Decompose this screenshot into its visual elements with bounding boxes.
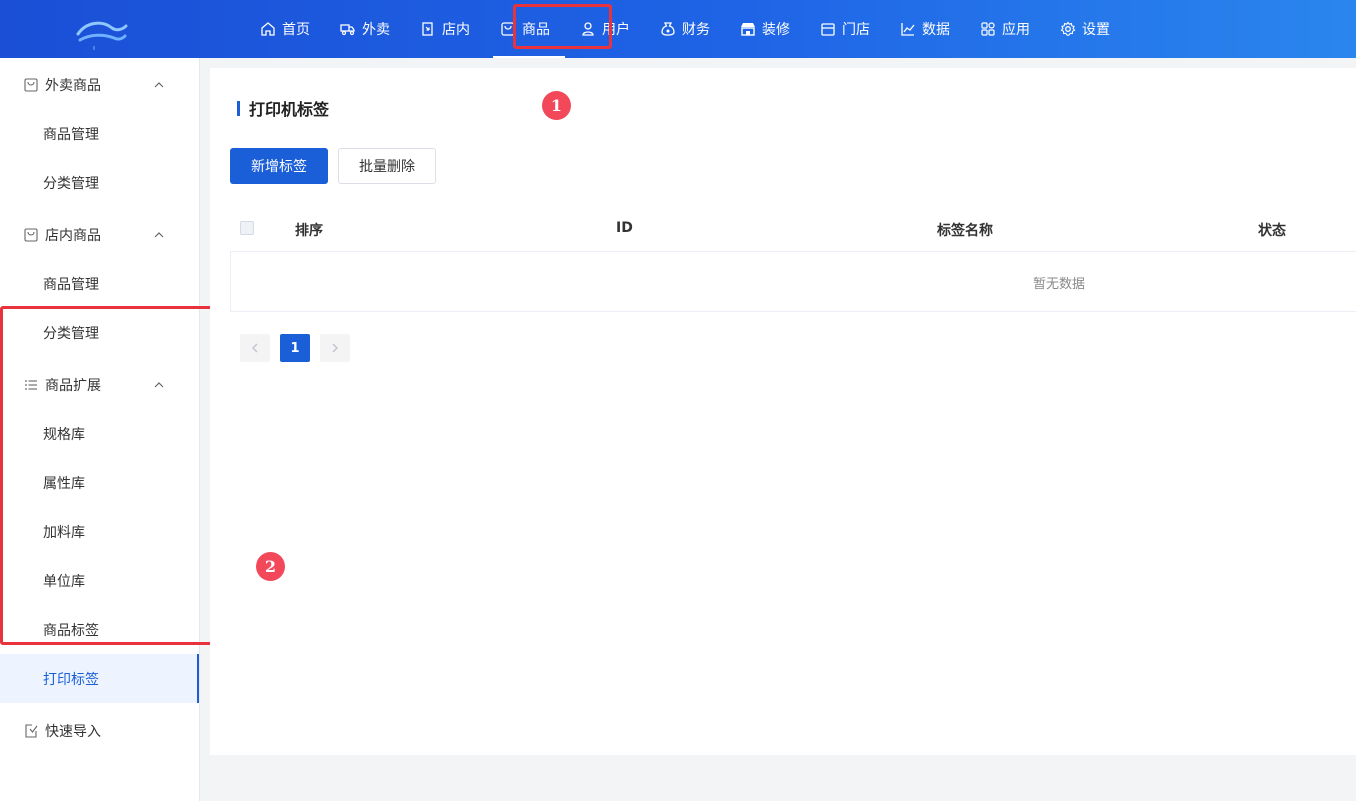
money-bag-icon	[661, 22, 675, 36]
chart-icon	[901, 23, 915, 36]
sidebar-item-label: 加料库	[43, 524, 85, 541]
apps-icon	[981, 22, 995, 36]
add-tag-button[interactable]: 新增标签	[230, 148, 328, 184]
bag-icon	[501, 22, 515, 36]
nav-data[interactable]: 数据	[885, 0, 965, 58]
nav-label: 设置	[1082, 22, 1110, 38]
nav-in-store[interactable]: 店内	[405, 0, 485, 58]
shop-decor-icon	[741, 23, 755, 36]
page-number-current[interactable]: 1	[280, 334, 310, 362]
sidebar-item-goods-manage[interactable]: 商品管理	[0, 259, 199, 308]
batch-delete-button[interactable]: 批量删除	[338, 148, 436, 184]
nav-label: 数据	[922, 22, 950, 38]
logo-icon	[76, 21, 128, 50]
store-in-icon	[422, 22, 433, 36]
nav-label: 商品	[522, 22, 550, 38]
content-panel: 打印机标签 新增标签 批量删除 排序 ID 标签名称 状态 暂无数据 1	[210, 68, 1356, 755]
sidebar-group-label: 外卖商品	[45, 78, 101, 94]
sidebar-group-label: 店内商品	[45, 228, 101, 244]
nav-finance[interactable]: 财务	[645, 0, 725, 58]
sidebar-item-unit-library[interactable]: 单位库	[0, 556, 199, 605]
top-navbar: 首页 外卖 店内 商品 用户 财务 装修 门店 数据 应用 设置	[0, 0, 1356, 58]
nav-label: 外卖	[362, 22, 390, 38]
sidebar-group-delivery-goods[interactable]: 外卖商品	[0, 60, 199, 110]
empty-state-text: 暂无数据	[1032, 277, 1085, 292]
column-header-id[interactable]: ID	[616, 220, 633, 236]
column-header-tag-name[interactable]: 标签名称	[937, 220, 993, 240]
nav-decoration[interactable]: 装修	[725, 0, 805, 58]
sidebar-item-print-tags[interactable]: 打印标签	[0, 654, 199, 703]
list-icon	[25, 380, 37, 390]
nav-home[interactable]: 首页	[245, 0, 325, 58]
shop-icon	[821, 23, 835, 36]
sidebar-item-category-manage[interactable]: 分类管理	[0, 158, 199, 207]
sidebar-item-label: 商品标签	[43, 622, 99, 639]
nav-label: 首页	[282, 22, 310, 38]
prev-page-button[interactable]	[240, 334, 270, 362]
main-nav: 首页 外卖 店内 商品 用户 财务 装修 门店 数据 应用 设置	[245, 0, 1125, 58]
nav-label: 财务	[682, 22, 710, 38]
sidebar-item-label: 商品管理	[43, 126, 99, 143]
nav-goods[interactable]: 商品	[485, 0, 565, 58]
user-icon	[582, 22, 594, 36]
nav-apps[interactable]: 应用	[965, 0, 1045, 58]
sidebar-item-spec-library[interactable]: 规格库	[0, 409, 199, 458]
sidebar-group-label: 快速导入	[45, 724, 101, 740]
nav-label: 应用	[1002, 22, 1030, 38]
annotation-badge-2: 2	[256, 552, 285, 581]
bag-icon	[24, 78, 38, 92]
sidebar-group-label: 商品扩展	[45, 378, 101, 394]
sidebar-item-label: 规格库	[43, 426, 85, 443]
chevron-right-icon	[332, 343, 338, 353]
sidebar-item-addon-library[interactable]: 加料库	[0, 507, 199, 556]
delivery-icon	[340, 24, 355, 36]
nav-label: 装修	[762, 22, 790, 38]
chevron-up-icon	[154, 232, 164, 238]
nav-users[interactable]: 用户	[565, 0, 645, 58]
page-title: 打印机标签	[237, 97, 329, 119]
select-all-checkbox[interactable]	[240, 221, 254, 235]
title-accent-bar	[237, 100, 240, 116]
column-header-status[interactable]: 状态	[1258, 220, 1286, 240]
gear-icon	[1060, 21, 1076, 36]
sidebar-item-goods-tags[interactable]: 商品标签	[0, 605, 199, 654]
sidebar-item-label: 商品管理	[43, 276, 99, 293]
sidebar-group-instore-goods[interactable]: 店内商品	[0, 210, 199, 260]
nav-delivery[interactable]: 外卖	[325, 0, 405, 58]
sidebar-item-label: 分类管理	[43, 325, 99, 342]
import-icon	[25, 724, 38, 738]
column-header-sort[interactable]: 排序	[295, 220, 323, 240]
pagination: 1	[240, 334, 360, 362]
sidebar-item-goods-manage[interactable]: 商品管理	[0, 109, 199, 158]
home-icon	[261, 22, 275, 36]
table-body: 暂无数据	[230, 252, 1356, 312]
sidebar-item-attribute-library[interactable]: 属性库	[0, 458, 199, 507]
nav-shop[interactable]: 门店	[805, 0, 885, 58]
annotation-badge-1: 1	[542, 91, 571, 120]
sidebar-group-goods-extension[interactable]: 商品扩展	[0, 360, 199, 410]
chevron-left-icon	[252, 343, 258, 353]
nav-label: 门店	[842, 22, 870, 38]
nav-label: 用户	[602, 22, 630, 38]
nav-label: 店内	[442, 22, 470, 38]
table-header: 排序 ID 标签名称 状态	[230, 206, 1356, 252]
sidebar-group-quick-import[interactable]: 快速导入	[0, 706, 199, 756]
sidebar-item-category-manage[interactable]: 分类管理	[0, 308, 199, 357]
chevron-up-icon	[154, 382, 164, 388]
sidebar: 外卖商品 商品管理 分类管理 店内商品 商品管理 分类管理 商品扩展 规格库 属…	[0, 58, 200, 801]
bag-icon	[24, 228, 38, 242]
sidebar-item-label: 分类管理	[43, 175, 99, 192]
sidebar-item-label: 打印标签	[43, 671, 99, 688]
sidebar-item-label: 属性库	[43, 475, 85, 492]
page-title-text: 打印机标签	[249, 100, 330, 119]
nav-settings[interactable]: 设置	[1045, 0, 1125, 58]
sidebar-item-label: 单位库	[43, 573, 85, 590]
next-page-button[interactable]	[320, 334, 350, 362]
chevron-up-icon	[154, 82, 164, 88]
